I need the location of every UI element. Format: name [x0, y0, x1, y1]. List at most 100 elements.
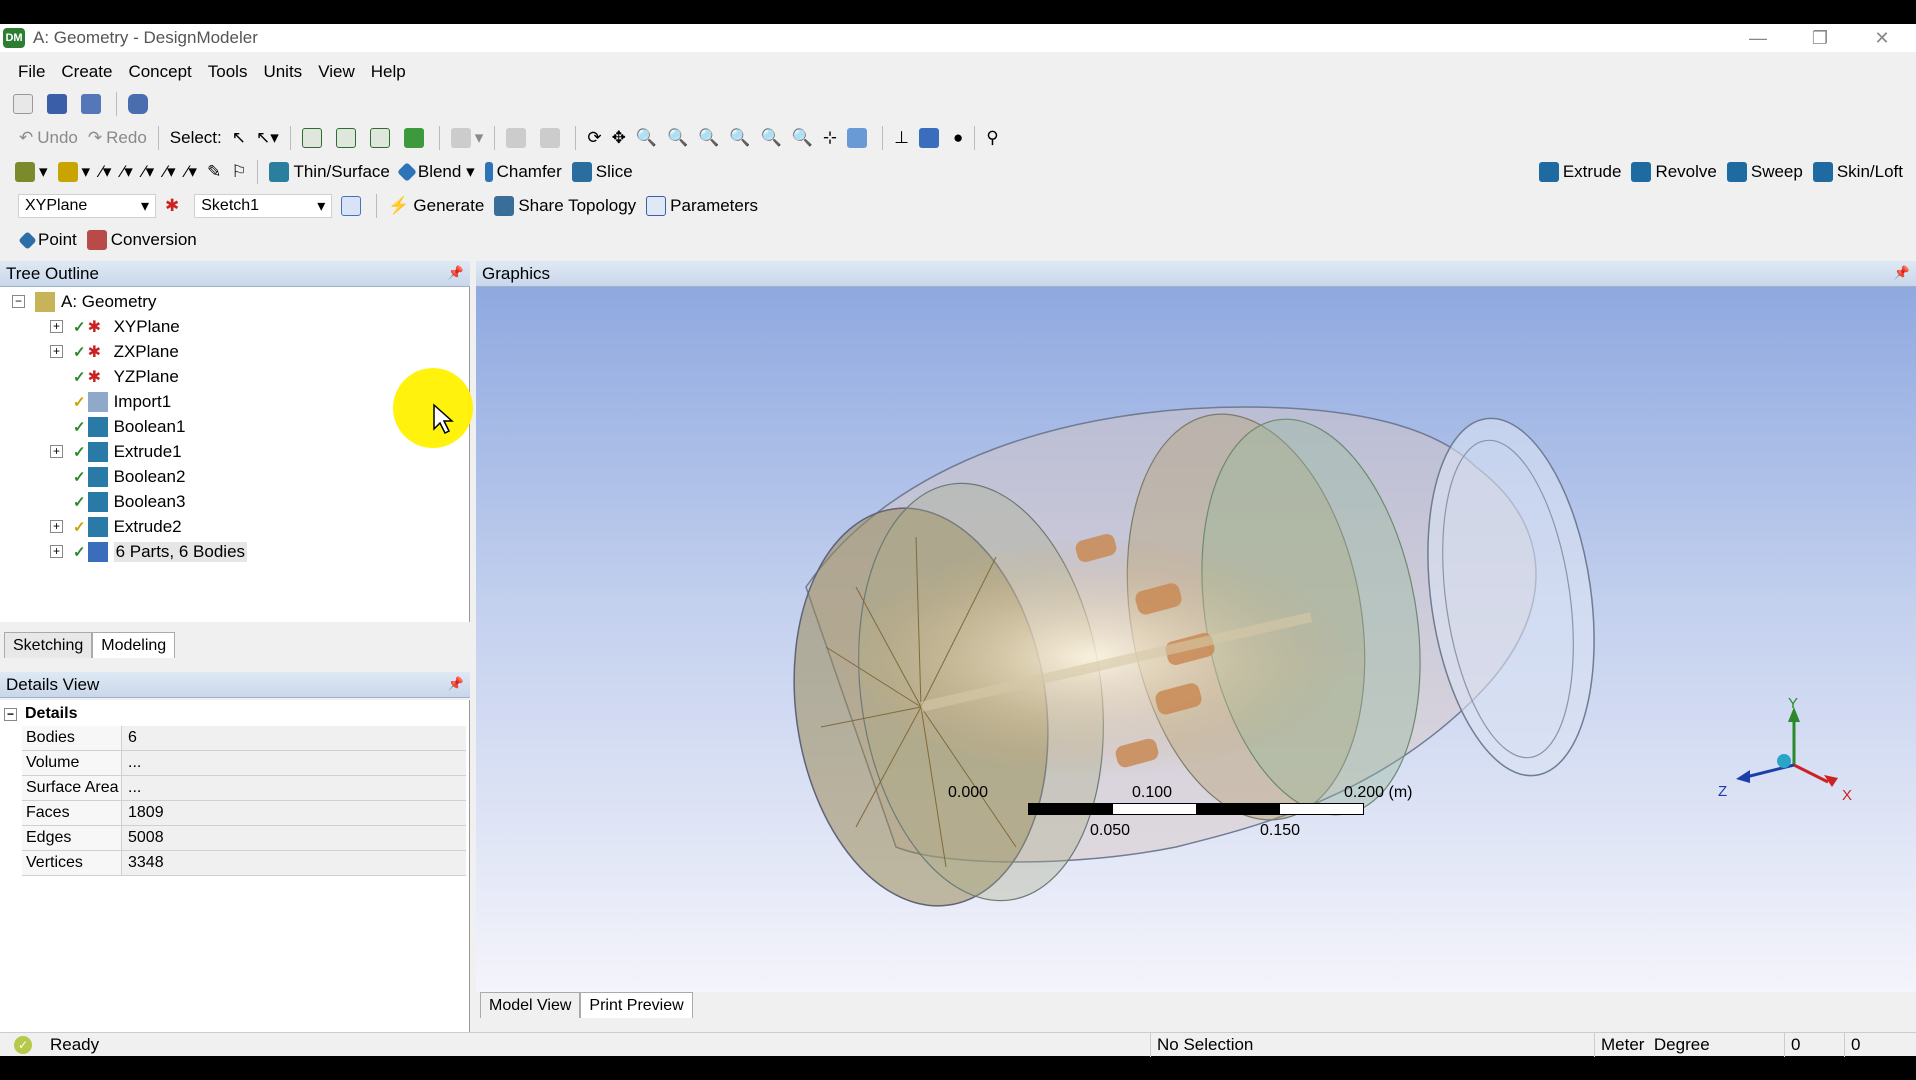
blend-button[interactable]: Blend ▾	[395, 158, 480, 186]
select-faces-button[interactable]	[365, 124, 399, 152]
zoom-box-button[interactable]: 🔍	[662, 124, 693, 152]
tree-item-boolean2[interactable]: ✓ Boolean2	[73, 464, 185, 489]
select-points-button[interactable]	[297, 124, 331, 152]
tree-item-zxplane[interactable]: + ✓ ✱ ZXPlane	[50, 339, 179, 364]
pin-icon[interactable]: 📌	[448, 676, 464, 692]
expand-icon[interactable]: +	[50, 345, 63, 358]
chamfer-button[interactable]: Chamfer	[480, 158, 567, 186]
screenshot-button[interactable]	[123, 90, 157, 118]
sketch-tool-4-button[interactable]: ⁄▾	[159, 158, 180, 186]
extend-selection-button[interactable]: ▾	[446, 124, 489, 152]
expand-icon[interactable]: +	[50, 320, 63, 333]
tree-item-boolean3[interactable]: ✓ Boolean3	[73, 489, 185, 514]
undo-button[interactable]: ↶ Undo	[14, 124, 83, 152]
details-row[interactable]: Vertices 3348	[22, 851, 466, 876]
maximize-button[interactable]: ❐	[1790, 24, 1850, 52]
triad-button[interactable]: ⊥	[889, 124, 914, 152]
sketch-dropdown[interactable]: Sketch1 ▾	[194, 194, 333, 218]
point-button[interactable]: Point	[16, 226, 82, 254]
menu-concept[interactable]: Concept	[120, 62, 199, 82]
rotate-button[interactable]: ⟳	[582, 124, 606, 152]
details-row[interactable]: Volume...	[22, 751, 466, 776]
zoom-to-fit-button[interactable]: 🔍	[756, 124, 787, 152]
pin-icon[interactable]: 📌	[448, 265, 464, 281]
tree-item-yzplane[interactable]: ✓ ✱ YZPlane	[73, 364, 179, 389]
details-group[interactable]: − Details	[4, 702, 77, 726]
minimize-button[interactable]: —	[1728, 24, 1788, 52]
zoom-extents-button[interactable]: 🔍	[724, 124, 755, 152]
graphics-viewport[interactable]: 0.000 0.100 0.200 (m) 0.050 0.150 Y X Z	[476, 287, 1916, 992]
tree-item-extrude2[interactable]: + ✓ Extrude2	[50, 514, 182, 539]
new-sketch-button[interactable]	[336, 192, 370, 220]
select-all-button[interactable]	[501, 124, 535, 152]
select-mode-button[interactable]: ↖	[227, 124, 251, 152]
generate-button[interactable]: ⚡ Generate	[383, 192, 489, 220]
select-bodies-button[interactable]	[399, 124, 433, 152]
tree-item-import1[interactable]: ✓ Import1	[73, 389, 171, 414]
menu-help[interactable]: Help	[363, 62, 414, 82]
sketch-tool-5-button[interactable]: ⁄▾	[181, 158, 202, 186]
color-options-button[interactable]: ▾	[53, 158, 96, 186]
zoom-button[interactable]: 🔍	[631, 124, 662, 152]
chevron-down-icon: ▾	[140, 198, 149, 215]
parameters-button[interactable]: Parameters	[641, 192, 763, 220]
pan-button[interactable]: ✥	[607, 124, 631, 152]
details-row[interactable]: Surface Area...	[22, 776, 466, 801]
share-topology-button[interactable]: Share Topology	[489, 192, 641, 220]
thin-surface-button[interactable]: Thin/Surface	[264, 158, 394, 186]
sketch-tool-3-button[interactable]: ⁄▾	[138, 158, 159, 186]
tree-item-boolean1[interactable]: ✓ Boolean1	[73, 414, 185, 439]
tab-model-view[interactable]: Model View	[480, 992, 581, 1018]
save-button[interactable]	[42, 90, 76, 118]
menu-file[interactable]: File	[10, 62, 53, 82]
collapse-icon[interactable]: −	[4, 707, 17, 721]
new-button[interactable]	[8, 90, 42, 118]
select-filter-button[interactable]: ↖▾	[251, 124, 284, 152]
close-button[interactable]: ✕	[1852, 24, 1912, 52]
sweep-button[interactable]: Sweep	[1722, 158, 1808, 186]
extrude-button[interactable]: Extrude	[1534, 158, 1627, 186]
tree-root[interactable]: − A: Geometry	[12, 289, 156, 314]
display-points-button[interactable]: ●	[948, 124, 968, 152]
details-row[interactable]: Bodies 6	[22, 726, 466, 751]
select-edges-button[interactable]	[331, 124, 365, 152]
menu-create[interactable]: Create	[53, 62, 120, 82]
pin-tool-button[interactable]: ✎	[202, 158, 226, 186]
graphics-options-button[interactable]: ▾	[10, 158, 53, 186]
details-row[interactable]: Faces 1809	[22, 801, 466, 826]
flag-tool-button[interactable]: ⚐	[226, 158, 251, 186]
slice-button[interactable]: Slice	[567, 158, 638, 186]
collapse-icon[interactable]: −	[12, 295, 25, 308]
sketch-tool-2-button[interactable]: ⁄▾	[116, 158, 137, 186]
select-box-button[interactable]	[535, 124, 569, 152]
menu-tools[interactable]: Tools	[200, 62, 256, 82]
tree-item-xyplane[interactable]: + ✓ ✱ XYPlane	[50, 314, 180, 339]
details-row[interactable]: Edges 5008	[22, 826, 466, 851]
save-as-button[interactable]	[76, 90, 110, 118]
skin-loft-button[interactable]: Skin/Loft	[1808, 158, 1908, 186]
tab-modeling[interactable]: Modeling	[92, 632, 176, 658]
magnifier-button[interactable]: 🔍	[787, 124, 818, 152]
new-plane-button[interactable]: ✱	[160, 192, 184, 220]
expand-icon[interactable]: +	[50, 545, 63, 558]
iso-view-button[interactable]: ⊹	[818, 124, 842, 152]
plane-dropdown[interactable]: XYPlane ▾	[18, 194, 156, 218]
help-tool-button[interactable]: ⚲	[981, 124, 1003, 152]
pin-icon[interactable]: 📌	[1894, 265, 1910, 281]
menu-view[interactable]: View	[310, 62, 363, 82]
menu-units[interactable]: Units	[255, 62, 310, 82]
expand-icon[interactable]: +	[50, 520, 63, 533]
conversion-button[interactable]: Conversion	[82, 226, 202, 254]
tree-item-parts-bodies[interactable]: + ✓ 6 Parts, 6 Bodies	[50, 539, 248, 564]
sketch-tool-1-button[interactable]: ⁄▾	[95, 158, 116, 186]
expand-icon[interactable]: +	[50, 445, 63, 458]
redo-button[interactable]: ↷ Redo	[83, 124, 152, 152]
look-at-button[interactable]	[842, 124, 876, 152]
tab-sketching[interactable]: Sketching	[4, 632, 93, 658]
zoom-fit-button[interactable]: 🔍	[693, 124, 724, 152]
display-model-button[interactable]	[914, 124, 948, 152]
revolve-button[interactable]: Revolve	[1626, 158, 1721, 186]
tree-item-label: Extrude2	[113, 516, 182, 536]
tab-print-preview[interactable]: Print Preview	[580, 992, 693, 1018]
tree-item-extrude1[interactable]: + ✓ Extrude1	[50, 439, 182, 464]
